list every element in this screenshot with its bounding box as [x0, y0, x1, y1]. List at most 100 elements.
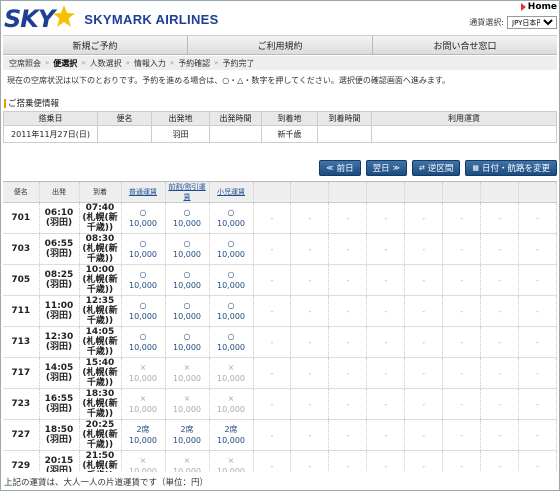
- empty-fare-cell: -: [253, 295, 292, 327]
- fare-cell[interactable]: ○ 10,000: [165, 233, 210, 265]
- fare-cell: × 10,000: [209, 388, 254, 420]
- fare-price: 10,000: [173, 219, 201, 228]
- empty-fare-cell: -: [328, 326, 368, 358]
- arrival-airport: (札幌(新千歳)): [82, 461, 118, 472]
- chevron-right-icon: »: [45, 59, 50, 67]
- fare-cell[interactable]: ○ 10,000: [165, 264, 210, 296]
- info-destination: 新千歳: [261, 125, 318, 143]
- empty-fare-cell: -: [253, 419, 292, 451]
- dash: -: [422, 306, 426, 316]
- nav-contact[interactable]: お問い合せ窓口: [373, 36, 557, 54]
- next-day-button[interactable]: 翌日 ≫: [365, 160, 407, 176]
- fare-cell[interactable]: ○ 10,000: [209, 264, 254, 296]
- fare-price: 10,000: [173, 467, 201, 472]
- fare-cell[interactable]: ○ 10,000: [121, 295, 166, 327]
- empty-fare-cell: -: [253, 326, 292, 358]
- dash: -: [384, 306, 388, 316]
- dash: -: [422, 461, 426, 471]
- empty-fare-cell: -: [404, 326, 444, 358]
- fare-cell[interactable]: 2席 10,000: [121, 419, 166, 451]
- info-header: 搭乗日: [3, 111, 98, 126]
- fare-cell[interactable]: ○ 10,000: [165, 326, 210, 358]
- col-child-fare[interactable]: 小児運賃: [209, 182, 254, 203]
- arrival-time: 07:40: [85, 203, 115, 213]
- fare-cell[interactable]: ○ 10,000: [209, 202, 254, 234]
- prev-day-label: 前日: [336, 164, 354, 174]
- dash: -: [384, 461, 388, 471]
- home-link[interactable]: Home: [520, 2, 557, 12]
- availability-mark: ○: [139, 301, 147, 310]
- nav-terms[interactable]: ご利用規約: [188, 36, 373, 54]
- fare-price: 10,000: [173, 312, 201, 321]
- fare-cell[interactable]: ○ 10,000: [209, 326, 254, 358]
- reverse-route-button[interactable]: ⇄ 逆区間: [411, 160, 461, 176]
- arrival-time: 12:35: [85, 296, 115, 306]
- empty-fare-cell: -: [366, 264, 406, 296]
- fare-cell[interactable]: 2席 10,000: [165, 419, 210, 451]
- dash: -: [460, 399, 464, 409]
- col-advance-fare[interactable]: 前割/割引運賃: [165, 182, 210, 203]
- arrival-airport: (札幌(新千歳)): [82, 244, 118, 264]
- airline-name: SKYMARK AIRLINES: [84, 11, 219, 27]
- fare-price: 10,000: [217, 405, 245, 414]
- empty-fare-cell: -: [442, 202, 482, 234]
- dash: -: [460, 461, 464, 471]
- fare-price: 10,000: [217, 250, 245, 259]
- empty-fare-cell: -: [480, 202, 520, 234]
- fare-price: 10,000: [217, 281, 245, 290]
- fare-cell[interactable]: ○ 10,000: [209, 233, 254, 265]
- fare-cell: × 10,000: [165, 388, 210, 420]
- empty-fare-cell: -: [366, 419, 406, 451]
- section-title-text: ご搭乗便情報: [8, 99, 60, 109]
- fare-cell[interactable]: ○ 10,000: [121, 233, 166, 265]
- flight-number: 717: [3, 357, 40, 389]
- change-date-route-button[interactable]: ▦ 日付・航路を変更: [465, 160, 557, 176]
- arrival-airport: (札幌(新千歳)): [82, 306, 118, 326]
- empty-fare-cell: -: [404, 388, 444, 420]
- nav-new-reservation[interactable]: 新規ご予約: [3, 36, 188, 54]
- currency-select[interactable]: JPY日本円: [507, 16, 557, 29]
- fare-cell[interactable]: 2席 10,000: [209, 419, 254, 451]
- dash: -: [460, 306, 464, 316]
- fare-price: 10,000: [217, 343, 245, 352]
- dash: -: [422, 213, 426, 223]
- skymark-logo[interactable]: SKY SKYMARK AIRLINES: [4, 5, 219, 33]
- fare-cell[interactable]: ○ 10,000: [121, 264, 166, 296]
- availability-mark: ×: [139, 456, 147, 465]
- fare-cell[interactable]: ○ 10,000: [165, 202, 210, 234]
- empty-fare-cell: -: [480, 326, 520, 358]
- fare-cell[interactable]: ○ 10,000: [121, 202, 166, 234]
- site-header: SKY SKYMARK AIRLINES Home 通貨選択: JPY日本円: [0, 0, 560, 34]
- dash: -: [460, 275, 464, 285]
- empty-fare-cell: -: [366, 357, 406, 389]
- dash: -: [422, 244, 426, 254]
- fare-cell[interactable]: ○ 10,000: [165, 295, 210, 327]
- departure-time: 11:00: [44, 301, 74, 311]
- col-blank: [404, 182, 444, 203]
- empty-fare-cell: -: [518, 264, 557, 296]
- availability-mark: ×: [183, 363, 191, 372]
- flight-number: 701: [3, 202, 40, 234]
- prev-day-button[interactable]: ≪ 前日: [319, 160, 361, 176]
- flight-row: 705 08:25 (羽田) 10:00 (札幌(新千歳)) ○ 10,000 ○ 10,000…: [3, 264, 557, 296]
- empty-fare-cell: -: [328, 233, 368, 265]
- dash: -: [536, 213, 539, 223]
- departure-cell: 06:10 (羽田): [39, 202, 80, 234]
- departure-time: 06:10: [44, 208, 74, 218]
- col-regular-fare[interactable]: 普通運賃: [121, 182, 166, 203]
- departure-time: 18:50: [44, 425, 74, 435]
- reverse-label: 逆区間: [427, 164, 454, 174]
- flight-row: 701 06:10 (羽田) 07:40 (札幌(新千歳)) ○ 10,000 ○ 10,000…: [3, 202, 557, 234]
- fare-cell[interactable]: ○ 10,000: [121, 326, 166, 358]
- empty-fare-cell: -: [328, 357, 368, 389]
- flights-table-container[interactable]: 便名 出発 到着 普通運賃 前割/割引運賃 小児運賃 701 06:10 (羽田) 0…: [3, 181, 557, 472]
- dash: -: [308, 337, 312, 347]
- arrival-airport: (札幌(新千歳)): [82, 430, 118, 450]
- dash: -: [270, 275, 274, 285]
- fare-cell[interactable]: ○ 10,000: [209, 295, 254, 327]
- flight-row: 727 18:50 (羽田) 20:25 (札幌(新千歳)) 2席 10,000 2席 10,0…: [3, 419, 557, 451]
- fare-cell: × 10,000: [209, 450, 254, 472]
- empty-fare-cell: -: [404, 450, 444, 472]
- home-label: Home: [527, 2, 557, 12]
- info-header: 出発時間: [209, 111, 262, 126]
